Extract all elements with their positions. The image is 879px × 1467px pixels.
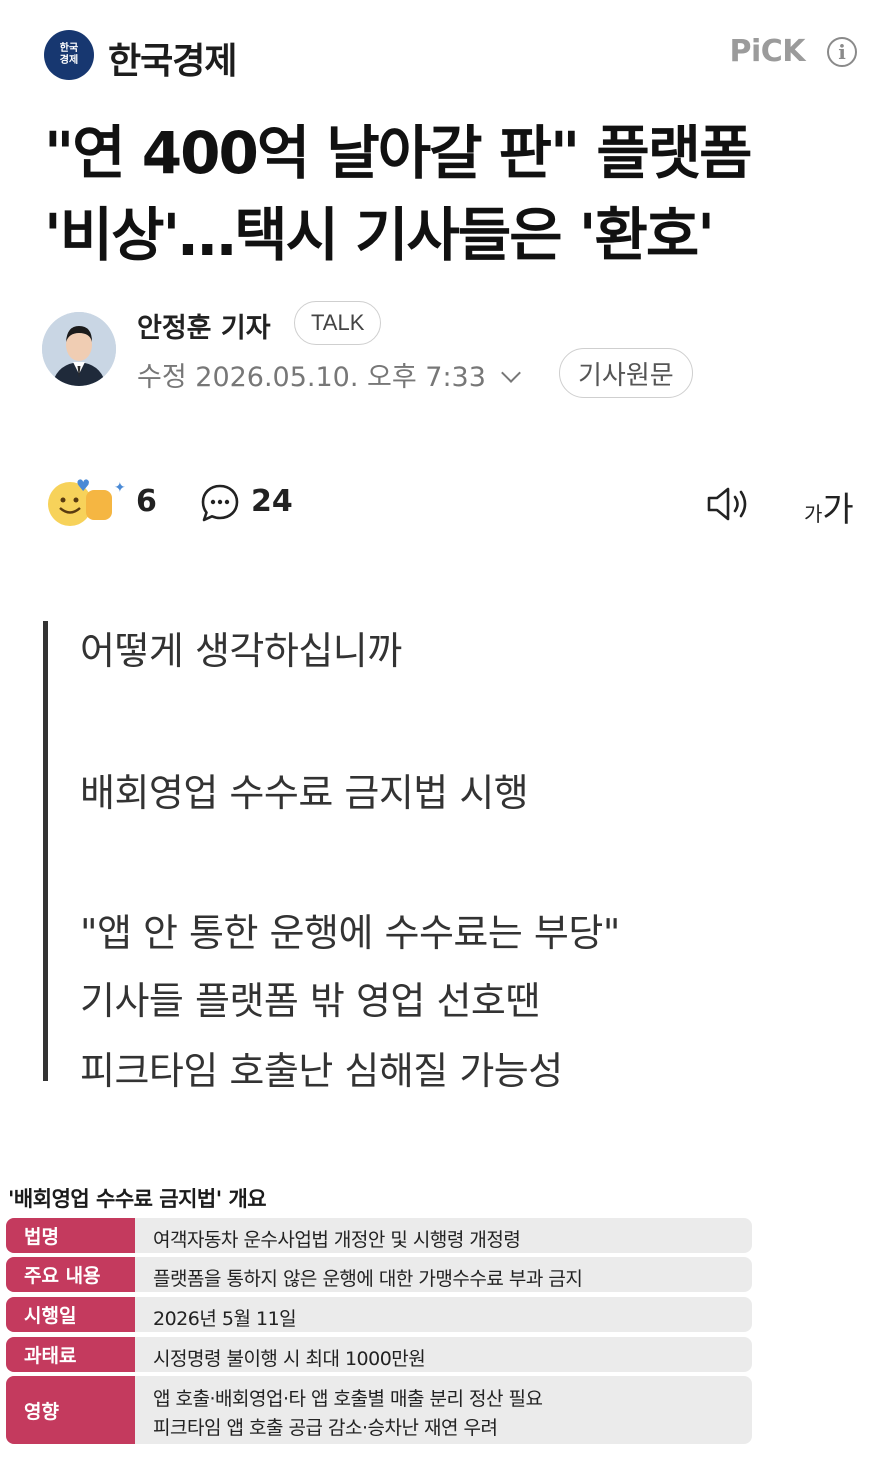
table-row: 과태료 시정명령 불이행 시 최대 1000만원 [6,1337,752,1372]
headline-line-2: '비상'…택시 기사들은 '환호' [44,201,715,269]
sparkle-icon: ✦ [114,480,126,496]
article-header: 한국 경제 한국경제 PiCK i [44,28,857,82]
summary-line: 배회영업 수수료 금지법 시행 [80,771,529,815]
summary-line: 어떻게 생각하십니까 [80,629,402,673]
summary-line: "앱 안 통한 운행에 수수료는 부당" [80,911,620,955]
table-row: 법명 여객자동차 운수사업법 개정안 및 시행령 개정령 [6,1218,752,1253]
row-value: 플랫폼을 통하지 않은 운행에 대한 가맹수수료 부과 금지 [153,1268,583,1290]
summary-line: 피크타임 호출난 심해질 가능성 [80,1049,563,1093]
chevron-down-icon[interactable] [501,363,521,383]
summary-quote-bar [43,621,48,1081]
reporter-avatar[interactable] [42,312,116,386]
headline-line-1: "연 400억 날아갈 판" 플랫폼 [44,119,753,187]
comment-button[interactable] [199,482,241,528]
font-size-button[interactable]: 가가 [804,482,854,531]
date-text: 수정 2026.05.10. 오후 7:33 [137,362,486,393]
row-label: 영향 [6,1376,135,1444]
speaker-icon [707,487,747,521]
row-value: 2026년 5월 11일 [153,1308,297,1330]
reporter-name[interactable]: 안정훈 기자 [137,306,271,345]
reaction-count: 6 [136,484,157,519]
summary-line: 기사들 플랫폼 밖 영업 선호땐 [80,979,540,1023]
publisher-logo[interactable]: 한국 경제 [44,30,94,80]
row-value: 앱 호출·배회영업·타 앱 호출별 매출 분리 정산 필요 [153,1388,543,1410]
pick-badge: PiCK [729,34,805,69]
article-headline: "연 400억 날아갈 판" 플랫폼 '비상'…택시 기사들은 '환호' [44,112,844,276]
logo-text-line1: 한국 [59,43,79,54]
table-title: '배회영업 수수료 금지법' 개요 [8,1187,267,1211]
comment-bubble-icon [201,484,239,522]
row-label: 시행일 [6,1297,135,1332]
font-size-small-glyph: 가 [804,502,823,526]
row-value: 피크타임 앱 호출 공급 감소·승차난 재연 우려 [153,1417,498,1439]
logo-text-line2: 경제 [59,55,79,66]
table-row: 시행일 2026년 5월 11일 [6,1297,752,1332]
table-row: 영향 앱 호출·배회영업·타 앱 호출별 매출 분리 정산 필요 피크타임 앱 … [6,1376,752,1444]
font-size-large-glyph: 가 [822,490,854,530]
original-article-button[interactable]: 기사원문 [559,348,693,398]
avatar-portrait-icon [42,312,116,386]
row-value: 시정명령 불이행 시 최대 1000만원 [153,1348,426,1370]
publisher-name[interactable]: 한국경제 [108,32,237,84]
article-date[interactable]: 수정 2026.05.10. 오후 7:33 [137,355,521,394]
info-icon[interactable]: i [827,37,857,67]
text-to-speech-button[interactable] [706,484,754,528]
row-label: 주요 내용 [6,1257,135,1292]
heart-icon: ♥ [76,476,91,495]
talk-button[interactable]: TALK [294,301,382,345]
row-value: 여객자동차 운수사업법 개정안 및 시행령 개정령 [153,1229,521,1251]
table-row: 주요 내용 플랫폼을 통하지 않은 운행에 대한 가맹수수료 부과 금지 [6,1257,752,1292]
row-label: 법명 [6,1218,135,1253]
comment-count: 24 [251,484,293,519]
row-label: 과태료 [6,1337,135,1372]
